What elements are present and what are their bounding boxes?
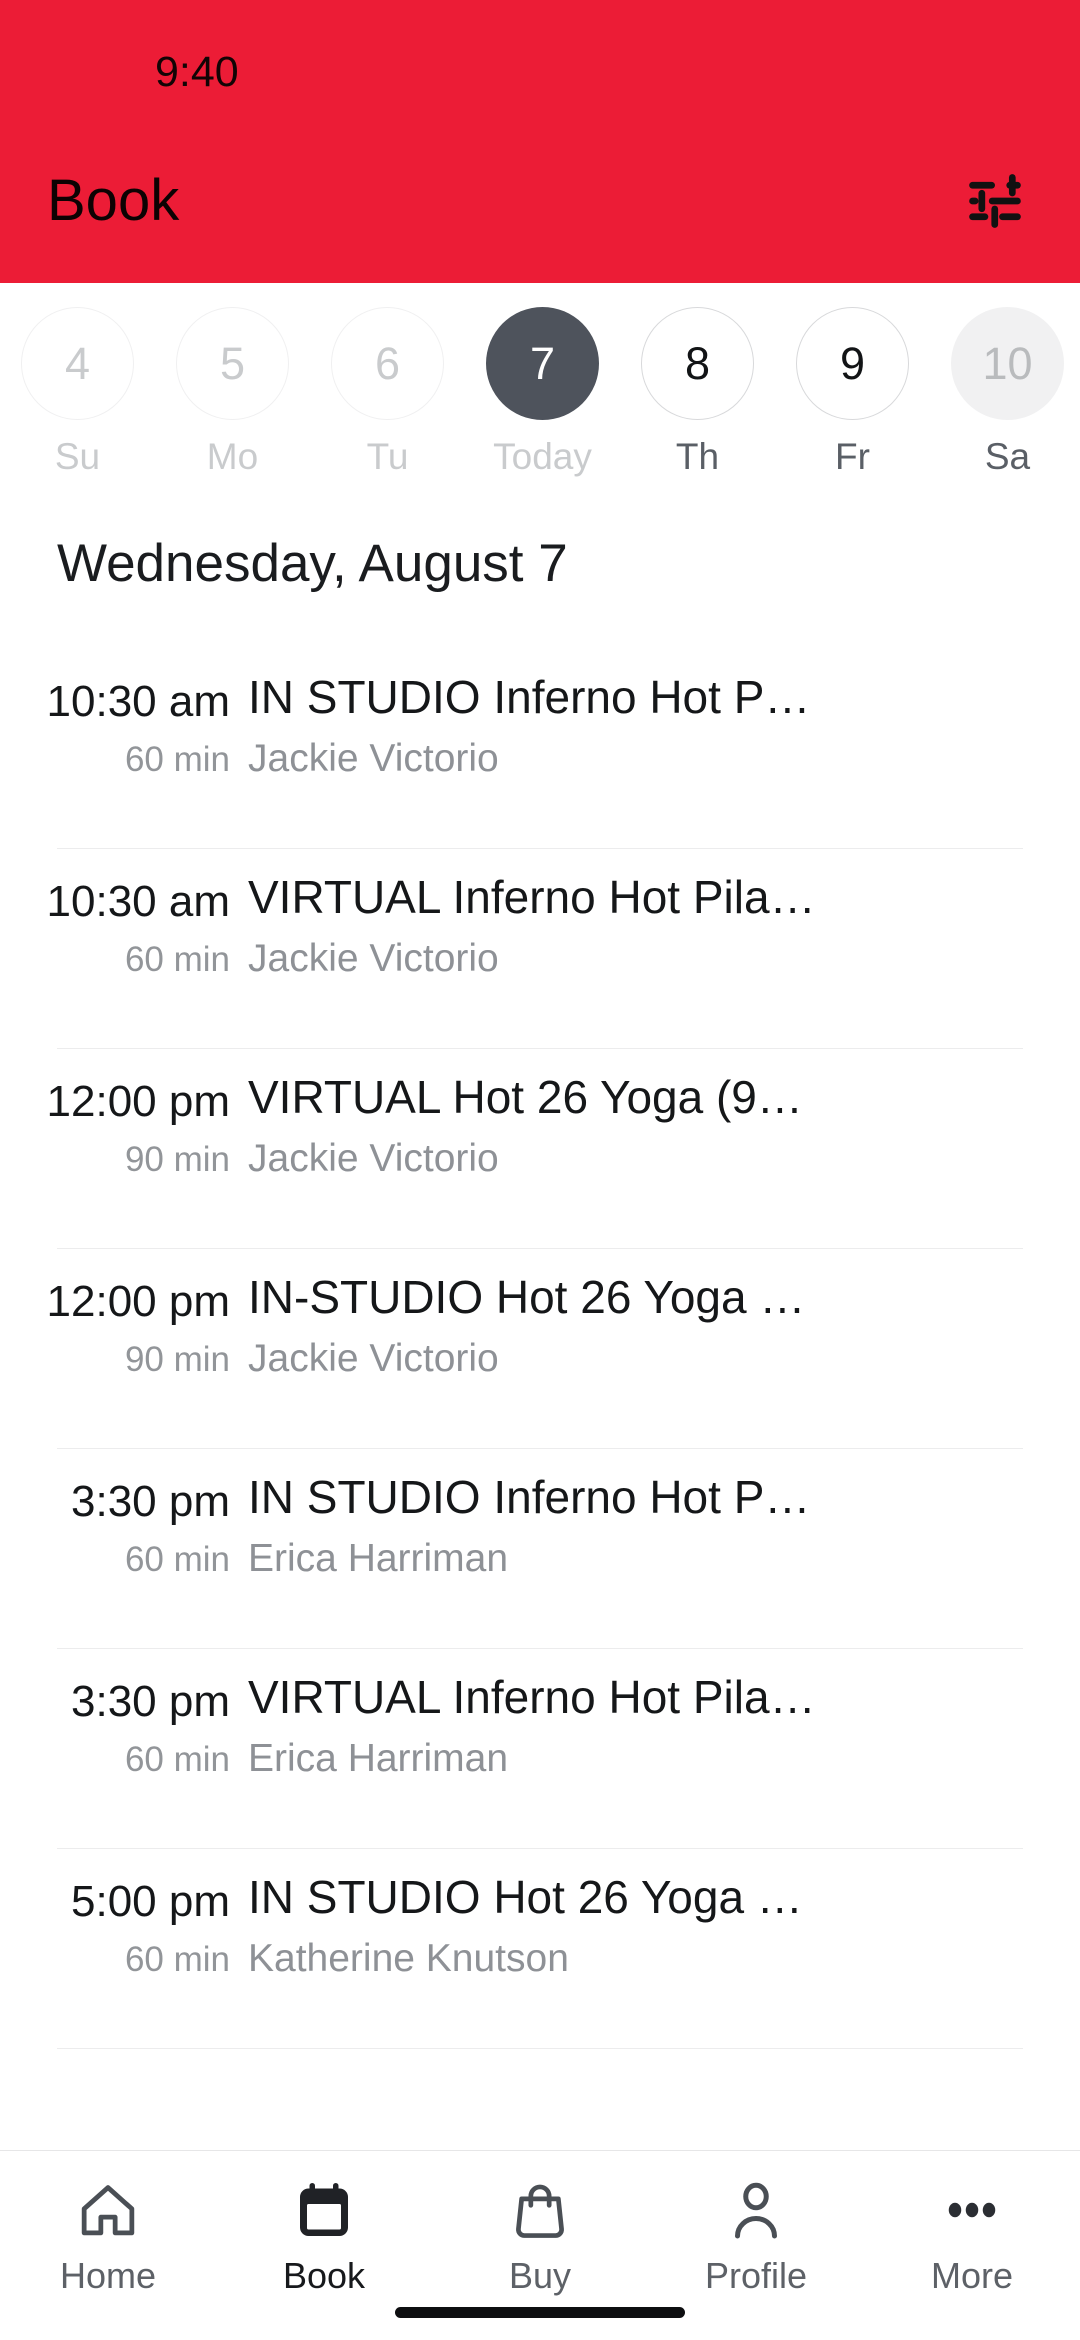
- day-number: 5: [176, 307, 289, 420]
- class-time-column: 10:30 am 60 min: [0, 649, 248, 780]
- class-start-time: 12:00 pm: [46, 1077, 230, 1126]
- class-title: IN STUDIO Hot 26 Yoga …: [248, 1871, 803, 1923]
- class-info-column: IN STUDIO Hot 26 Yoga … Katherine Knutso…: [248, 1849, 1080, 1982]
- tab-label: More: [930, 2255, 1014, 2296]
- class-list-item[interactable]: 10:30 am 60 min IN STUDIO Inferno Hot P……: [0, 649, 1080, 849]
- tab-label: Home: [59, 2255, 157, 2296]
- class-duration: 60 min: [124, 1940, 230, 1979]
- date-picker-day-4[interactable]: 8 Th: [620, 307, 775, 477]
- class-info-column: IN STUDIO Inferno Hot P… Erica Harriman: [248, 1449, 1080, 1582]
- day-weekday-label: Fr: [835, 436, 870, 477]
- tab-buy[interactable]: Buy: [432, 2177, 648, 2296]
- class-duration: 60 min: [124, 740, 230, 779]
- class-instructor: Jackie Victorio: [248, 1137, 499, 1180]
- class-list-item[interactable]: 12:00 pm 90 min VIRTUAL Hot 26 Yoga (9… …: [0, 1049, 1080, 1249]
- date-picker-strip[interactable]: 4 Su 5 Mo 6 Tu 7 Today 8 Th 9 Fr 10 Sa: [0, 283, 1080, 505]
- app-header: 9:40 Book: [0, 0, 1080, 283]
- selected-date-heading: Wednesday, August 7: [57, 534, 568, 593]
- date-picker-day-1[interactable]: 5 Mo: [155, 307, 310, 477]
- class-time-column: 10:30 am 60 min: [0, 849, 248, 980]
- app-bar: Book: [0, 118, 1080, 283]
- day-number: 9: [796, 307, 909, 420]
- day-weekday-label: Mo: [206, 436, 259, 477]
- class-time-column: 12:00 pm 90 min: [0, 1249, 248, 1380]
- class-list-item[interactable]: 3:30 pm 60 min VIRTUAL Inferno Hot Pila……: [0, 1649, 1080, 1849]
- class-start-time: 3:30 pm: [71, 1677, 230, 1726]
- calendar-icon: [294, 2177, 354, 2243]
- class-title: IN STUDIO Inferno Hot P…: [248, 671, 811, 723]
- class-info-column: VIRTUAL Hot 26 Yoga (9… Jackie Victorio: [248, 1049, 1080, 1182]
- ellipsis-icon: [942, 2177, 1002, 2243]
- class-list-item[interactable]: 3:30 pm 60 min IN STUDIO Inferno Hot P… …: [0, 1449, 1080, 1649]
- page-title: Book: [47, 167, 180, 233]
- home-icon: [77, 2177, 139, 2243]
- class-duration: 60 min: [124, 940, 230, 979]
- day-number: 6: [331, 307, 444, 420]
- class-title: VIRTUAL Inferno Hot Pila…: [248, 871, 816, 923]
- class-info-column: VIRTUAL Inferno Hot Pila… Erica Harriman: [248, 1649, 1080, 1782]
- tab-book[interactable]: Book: [216, 2177, 432, 2296]
- day-weekday-label: Th: [675, 436, 720, 477]
- class-time-column: 3:30 pm 60 min: [0, 1649, 248, 1780]
- class-start-time: 3:30 pm: [71, 1477, 230, 1526]
- class-list-item[interactable]: 5:00 pm 60 min IN STUDIO Hot 26 Yoga … K…: [0, 1849, 1080, 2049]
- day-weekday-label: Sa: [984, 436, 1031, 477]
- class-instructor: Jackie Victorio: [248, 1337, 499, 1380]
- date-picker-day-6[interactable]: 10 Sa: [930, 307, 1080, 477]
- home-indicator: [395, 2307, 685, 2318]
- row-divider: [57, 2047, 1023, 2049]
- day-number: 10: [951, 307, 1064, 420]
- class-instructor: Jackie Victorio: [248, 737, 499, 780]
- class-list[interactable]: 10:30 am 60 min IN STUDIO Inferno Hot P……: [0, 623, 1080, 2150]
- class-duration: 60 min: [124, 1740, 230, 1779]
- class-time-column: 5:00 pm 60 min: [0, 1849, 248, 1980]
- day-number: 4: [21, 307, 134, 420]
- class-instructor: Katherine Knutson: [248, 1937, 569, 1980]
- tab-label: Book: [282, 2255, 366, 2296]
- class-title: VIRTUAL Hot 26 Yoga (9…: [248, 1071, 803, 1123]
- class-start-time: 10:30 am: [46, 677, 230, 726]
- class-time-column: 12:00 pm 90 min: [0, 1049, 248, 1180]
- class-duration: 90 min: [124, 1340, 230, 1379]
- date-picker-day-5[interactable]: 9 Fr: [775, 307, 930, 477]
- class-start-time: 10:30 am: [46, 877, 230, 926]
- person-icon: [726, 2177, 786, 2243]
- date-picker-day-0[interactable]: 4 Su: [0, 307, 155, 477]
- tab-profile[interactable]: Profile: [648, 2177, 864, 2296]
- class-title: VIRTUAL Inferno Hot Pila…: [248, 1671, 816, 1723]
- class-duration: 90 min: [124, 1140, 230, 1179]
- class-time-column: 3:30 pm 60 min: [0, 1449, 248, 1580]
- bag-icon: [510, 2177, 570, 2243]
- tab-home[interactable]: Home: [0, 2177, 216, 2296]
- class-title: IN-STUDIO Hot 26 Yoga …: [248, 1271, 806, 1323]
- class-instructor: Jackie Victorio: [248, 937, 499, 980]
- class-list-item[interactable]: 10:30 am 60 min VIRTUAL Inferno Hot Pila…: [0, 849, 1080, 1049]
- class-duration: 60 min: [124, 1540, 230, 1579]
- class-instructor: Erica Harriman: [248, 1737, 509, 1780]
- tab-label: Profile: [704, 2255, 808, 2296]
- date-picker-day-2[interactable]: 6 Tu: [310, 307, 465, 477]
- tune-filter-icon: [969, 173, 1021, 228]
- class-start-time: 12:00 pm: [46, 1277, 230, 1326]
- class-instructor: Erica Harriman: [248, 1537, 509, 1580]
- day-number: 7: [486, 307, 599, 420]
- class-info-column: VIRTUAL Inferno Hot Pila… Jackie Victori…: [248, 849, 1080, 982]
- day-number: 8: [641, 307, 754, 420]
- day-weekday-label: Tu: [366, 436, 409, 477]
- date-picker-day-today[interactable]: 7 Today: [465, 307, 620, 477]
- class-start-time: 5:00 pm: [71, 1877, 230, 1926]
- day-weekday-label: Today: [493, 436, 592, 477]
- tab-label: Buy: [508, 2255, 572, 2296]
- tab-more[interactable]: More: [864, 2177, 1080, 2296]
- class-info-column: IN-STUDIO Hot 26 Yoga … Jackie Victorio: [248, 1249, 1080, 1382]
- class-title: IN STUDIO Inferno Hot P…: [248, 1471, 811, 1523]
- filter-button[interactable]: [962, 170, 1028, 232]
- class-info-column: IN STUDIO Inferno Hot P… Jackie Victorio: [248, 649, 1080, 782]
- day-weekday-label: Su: [54, 436, 101, 477]
- class-list-item[interactable]: 12:00 pm 90 min IN-STUDIO Hot 26 Yoga … …: [0, 1249, 1080, 1449]
- status-bar-time: 9:40: [155, 48, 239, 96]
- app-screen: 9:40 Book 4 Su 5 Mo 6 Tu 7 Today 8 Th 9 …: [0, 0, 1080, 2340]
